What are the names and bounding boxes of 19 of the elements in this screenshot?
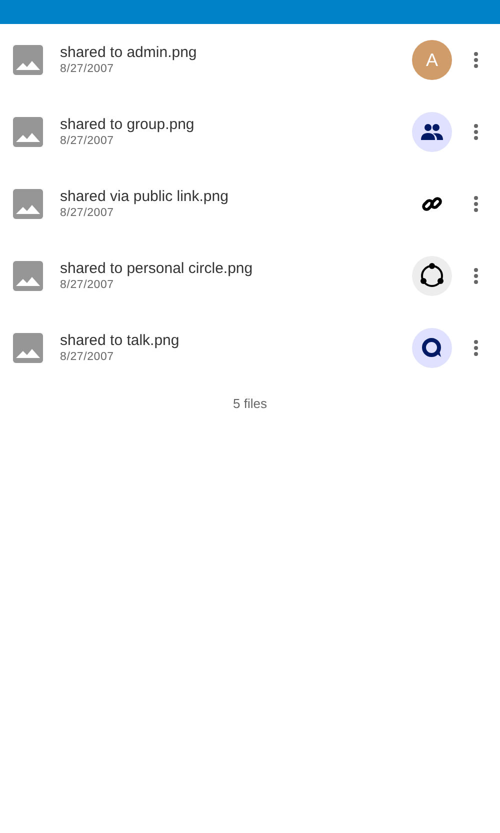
image-file-icon — [12, 44, 44, 76]
file-count: 5 files — [233, 396, 267, 411]
image-file-icon — [12, 332, 44, 364]
file-name[interactable]: shared to personal circle.png — [60, 260, 412, 278]
circle-share-icon[interactable] — [412, 256, 452, 296]
file-name[interactable]: shared to talk.png — [60, 332, 412, 350]
image-file-icon — [12, 260, 44, 292]
file-date: 8/27/2007 — [60, 350, 115, 364]
image-file-icon — [12, 188, 44, 220]
file-name[interactable]: shared to group.png — [60, 116, 412, 134]
file-date: 8/27/2007 — [60, 62, 115, 76]
file-name[interactable]: shared via public link.png — [60, 188, 412, 206]
file-date: 8/27/2007 — [60, 206, 115, 220]
file-date: 8/27/2007 — [60, 278, 115, 292]
group-share-icon[interactable] — [412, 112, 452, 152]
talk-share-icon[interactable] — [412, 328, 452, 368]
image-file-icon — [12, 116, 44, 148]
file-name[interactable]: shared to admin.png — [60, 44, 412, 62]
file-date: 8/27/2007 — [60, 134, 115, 148]
